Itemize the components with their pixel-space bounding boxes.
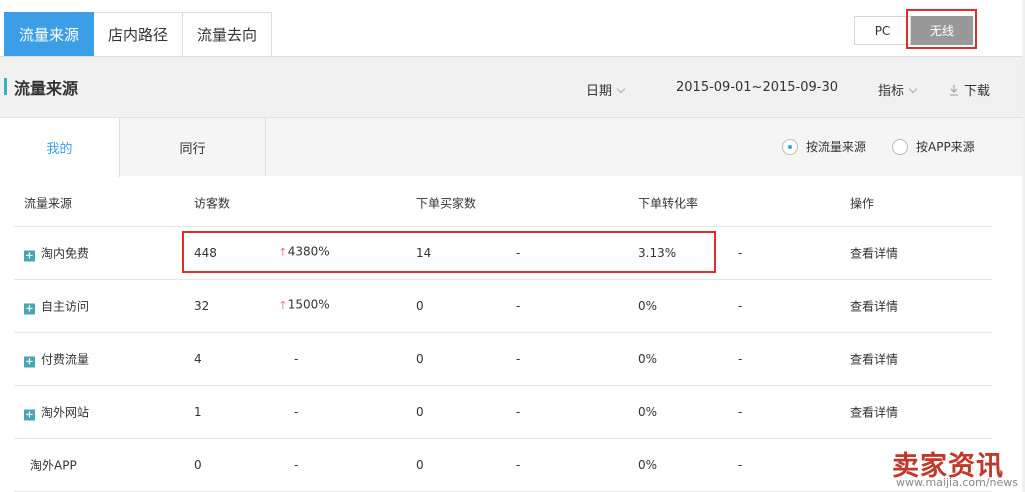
expand-icon[interactable]: +: [24, 250, 35, 262]
header-buyers: 下单买家数: [416, 196, 477, 211]
chevron-down-icon: [616, 84, 626, 94]
header-conversion-rate: 下单转化率: [638, 196, 699, 211]
title-accent: [4, 78, 7, 95]
buyers-value: 0: [416, 458, 424, 472]
metric-dropdown-label: 指标: [878, 84, 905, 99]
header-visitors: 访客数: [194, 196, 231, 211]
source-name: 付费流量: [41, 352, 90, 367]
radio-unchecked-icon: [892, 138, 908, 155]
buyers-change: -: [516, 352, 521, 366]
source-cell[interactable]: + 自主访问: [24, 298, 89, 315]
visitors-value: 32: [194, 299, 210, 313]
rate-change: -: [738, 352, 743, 366]
table-header-row: 流量来源 访客数 下单买家数 下单转化率 操作: [14, 180, 992, 227]
traffic-table: 流量来源 访客数 下单买家数 下单转化率 操作 + 淘内免费 448 🡑 4380%…: [14, 180, 992, 492]
radio-by-app-source[interactable]: 按APP来源: [892, 138, 975, 155]
watermark-url: www.maijia.com/news: [896, 476, 1019, 489]
date-dropdown[interactable]: 日期: [586, 80, 626, 99]
table-row: + 付费流量 4 - 0 - 0% - 查看详情: [14, 333, 992, 386]
view-details-link[interactable]: 查看详情: [850, 351, 898, 368]
source-cell[interactable]: + 淘外网站: [24, 404, 89, 421]
metric-dropdown[interactable]: 指标: [878, 80, 918, 99]
tab-store-path[interactable]: 店内路径: [94, 12, 184, 56]
buyers-value: 0: [416, 299, 424, 313]
rate-change: -: [738, 246, 743, 260]
radio-label: 按APP来源: [916, 140, 975, 154]
buyers-change: -: [516, 299, 521, 313]
page-title: 流量来源: [14, 79, 79, 98]
visitors-change: -: [294, 458, 299, 472]
pc-button[interactable]: PC: [854, 16, 911, 45]
buyers-change: -: [516, 405, 521, 419]
table-row: 淘外APP 0 - 0 - 0% -: [14, 439, 992, 492]
tab-traffic-source[interactable]: 流量来源: [4, 12, 95, 56]
expand-icon[interactable]: +: [24, 303, 35, 315]
rate-value: 0%: [638, 458, 658, 472]
radio-label: 按流量来源: [806, 140, 867, 154]
buyers-value: 0: [416, 405, 424, 419]
rate-change: -: [738, 405, 743, 419]
date-range: 2015-09-01~2015-09-30: [676, 80, 838, 95]
view-details-link[interactable]: 查看详情: [850, 298, 898, 315]
highlight-box-wireless: [906, 9, 977, 49]
buyers-change: -: [516, 458, 521, 472]
highlight-box-row: [182, 231, 716, 273]
tab-mine[interactable]: 我的: [0, 118, 120, 177]
expand-icon[interactable]: +: [24, 356, 35, 368]
visitors-value: 4: [194, 352, 202, 366]
radio-checked-icon: [782, 138, 798, 155]
date-dropdown-label: 日期: [586, 84, 613, 99]
table-row: + 淘外网站 1 - 0 - 0% - 查看详情: [14, 386, 992, 439]
chevron-down-icon: [908, 84, 918, 94]
visitors-value: 1: [194, 405, 202, 419]
visitors-change: 🡑 1500%: [280, 297, 330, 316]
table-row: + 自主访问 32 🡑 1500% 0 - 0% - 查看详情: [14, 280, 992, 333]
rate-change: -: [738, 458, 743, 472]
radio-by-traffic-source[interactable]: 按流量来源: [782, 138, 866, 155]
expand-icon[interactable]: +: [24, 409, 35, 421]
visitors-change: -: [294, 405, 299, 419]
view-details-link[interactable]: 查看详情: [850, 404, 898, 421]
rate-change: -: [738, 299, 743, 313]
header-source: 流量来源: [24, 196, 73, 211]
source-name: 自主访问: [41, 299, 90, 314]
rate-value: 0%: [638, 405, 658, 419]
tab-peer[interactable]: 同行: [120, 118, 266, 176]
view-details-link[interactable]: 查看详情: [850, 245, 898, 262]
visitors-change: -: [294, 352, 299, 366]
download-icon: [949, 84, 959, 96]
header-bar: 流量来源 日期 2015-09-01~2015-09-30 指标 下载: [0, 56, 1022, 118]
source-name: 淘内免费: [41, 246, 90, 261]
download-button[interactable]: 下载: [949, 80, 990, 99]
source-cell[interactable]: + 付费流量: [24, 351, 89, 368]
download-label: 下载: [964, 84, 991, 99]
source-name: 淘外网站: [41, 405, 90, 420]
watermark: 卖家资讯 www.maijia.com/news: [892, 444, 1022, 492]
header-action: 操作: [850, 196, 875, 211]
source-name: 淘外APP: [30, 458, 77, 473]
rate-value: 0%: [638, 352, 658, 366]
source-cell[interactable]: + 淘内免费: [24, 245, 89, 262]
rate-value: 0%: [638, 299, 658, 313]
visitors-value: 0: [194, 458, 202, 472]
arrow-up-icon: 🡑: [280, 298, 286, 312]
tab-traffic-destination[interactable]: 流量去向: [183, 12, 273, 56]
visitors-change-value: 1500%: [287, 297, 330, 312]
buyers-value: 0: [416, 352, 424, 366]
top-tab-bar: 流量来源 店内路径 流量去向: [4, 12, 273, 56]
sub-tab-bar: 我的 同行 按流量来源 按APP来源: [0, 118, 1022, 177]
